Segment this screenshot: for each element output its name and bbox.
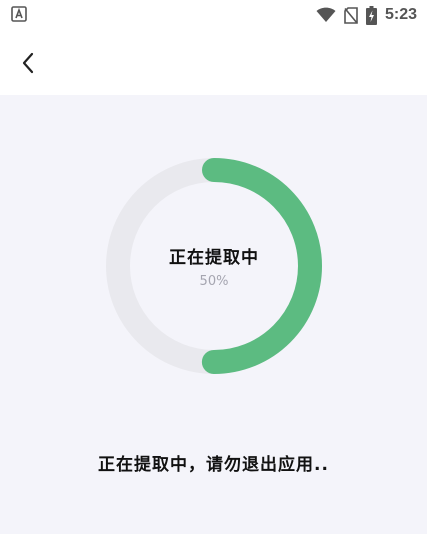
progress-percent: 50% [199, 274, 229, 289]
app-notification-icon [11, 6, 27, 22]
status-time: 5:23 [384, 6, 417, 23]
progress-title: 正在提取中 [169, 248, 259, 268]
status-bar-right: 5:23 [316, 4, 417, 26]
status-bar: 5:23 [0, 0, 427, 30]
main-content: 正在提取中 50% 正在提取中，请勿退出应用.. [0, 95, 427, 534]
wifi-icon [316, 7, 336, 22]
top-app-bar [0, 30, 427, 95]
progress-ring-label: 正在提取中 50% [106, 158, 322, 374]
extraction-progress-screen: 5:23 正在提取中 50% 正在提取中，请勿退出应用.. [0, 0, 427, 534]
extraction-notice: 正在提取中，请勿退出应用.. [98, 455, 329, 475]
battery-charging-icon [365, 5, 377, 25]
chevron-left-icon [22, 52, 34, 74]
no-sim-icon [344, 6, 358, 24]
back-button[interactable] [10, 45, 46, 81]
